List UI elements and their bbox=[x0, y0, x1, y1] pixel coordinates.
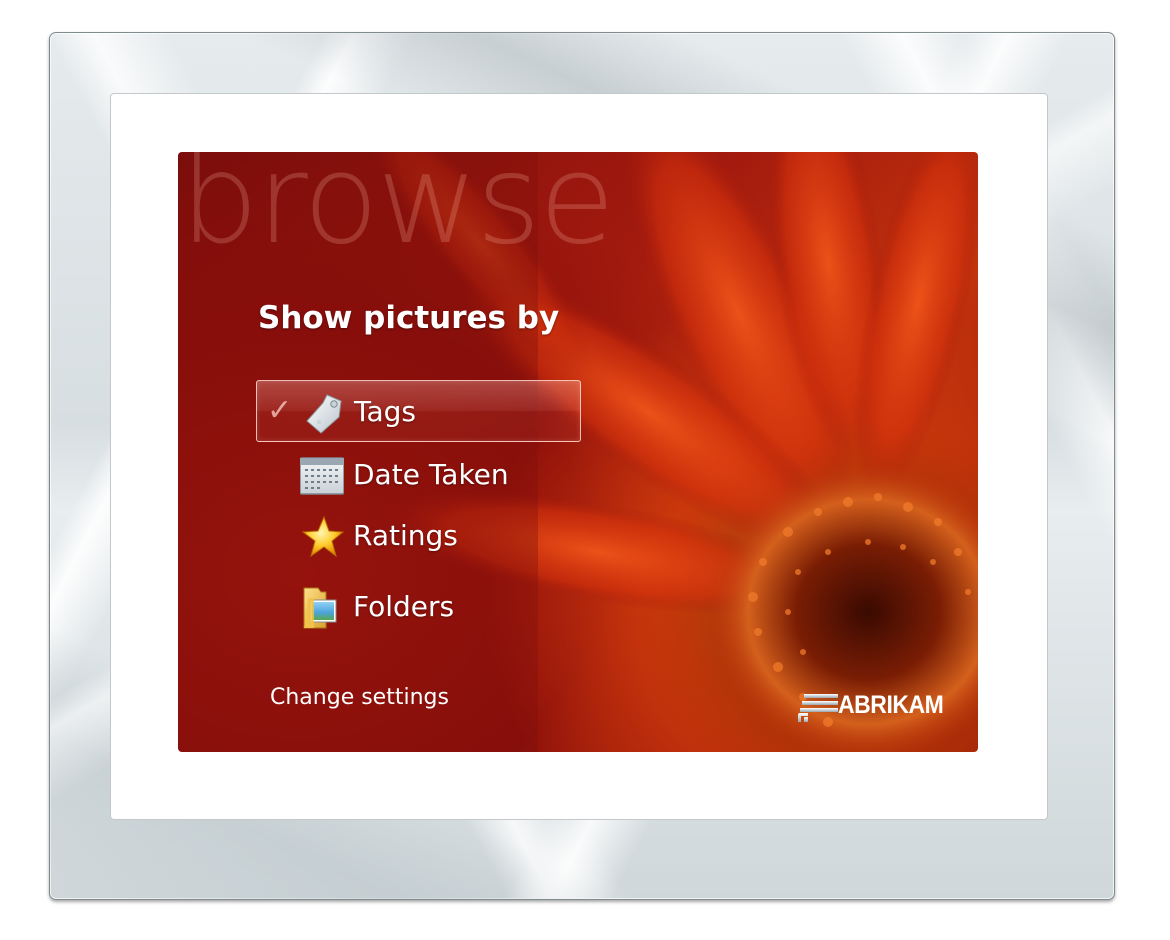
menu-item-ratings[interactable]: Ratings bbox=[256, 505, 581, 567]
browse-watermark: browse bbox=[180, 152, 615, 272]
tag-icon bbox=[306, 394, 342, 434]
menu-item-tags[interactable]: ✓ Tags bbox=[256, 380, 581, 442]
star-icon bbox=[301, 515, 344, 558]
brand-name: ABRIKAM bbox=[838, 691, 944, 719]
menu-item-label: Date Taken bbox=[353, 458, 509, 491]
menu-item-folders[interactable]: Folders bbox=[256, 576, 581, 638]
calendar-icon bbox=[300, 457, 344, 495]
folder-icon bbox=[303, 587, 337, 629]
brand-logo: ABRIKAM bbox=[796, 687, 946, 731]
menu-item-date-taken[interactable]: Date Taken bbox=[256, 444, 581, 506]
selected-check-icon: ✓ bbox=[267, 393, 293, 428]
frame-screen: browse Show pictures by ✓ Tags Date Take… bbox=[178, 152, 978, 752]
change-settings-link[interactable]: Change settings bbox=[270, 685, 449, 710]
menu-item-label: Ratings bbox=[353, 519, 458, 552]
page-title: Show pictures by bbox=[258, 300, 560, 336]
menu-item-label: Tags bbox=[354, 395, 416, 428]
menu-item-label: Folders bbox=[353, 590, 455, 623]
abrikam-logo-icon bbox=[798, 694, 838, 722]
